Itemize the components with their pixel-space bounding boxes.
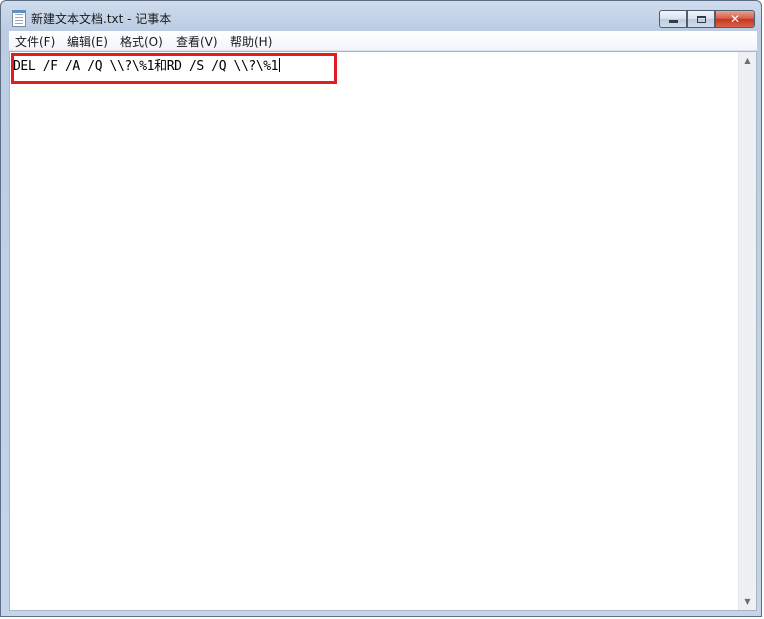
minimize-button[interactable]: [659, 10, 687, 28]
menu-bar: 文件(F) 编辑(E) 格式(O) 查看(V) 帮助(H): [9, 31, 757, 51]
highlight-annotation: [11, 53, 337, 84]
vertical-scrollbar[interactable]: ▲ ▼: [738, 52, 756, 610]
maximize-button[interactable]: [687, 10, 715, 28]
close-icon: ✕: [729, 12, 741, 26]
notepad-icon[interactable]: [12, 10, 26, 27]
menu-format[interactable]: 格式(O): [120, 33, 163, 50]
scroll-up-icon[interactable]: ▲: [739, 52, 756, 69]
menu-help[interactable]: 帮助(H): [230, 33, 272, 50]
menu-edit[interactable]: 编辑(E): [67, 33, 108, 50]
window-title: 新建文本文档.txt - 记事本: [31, 12, 172, 26]
menu-view[interactable]: 查看(V): [176, 33, 218, 50]
notepad-window: 新建文本文档.txt - 记事本 ✕ 文件(F) 编辑(E) 格式(O) 查看(…: [0, 0, 762, 617]
text-editor[interactable]: DEL /F /A /Q \\?\%1和RD /S /Q \\?\%1 ▲ ▼: [9, 51, 757, 611]
scroll-down-icon[interactable]: ▼: [739, 593, 756, 610]
menu-file[interactable]: 文件(F): [15, 33, 55, 50]
maximize-icon: [696, 15, 706, 23]
close-button[interactable]: ✕: [715, 10, 755, 28]
title-bar[interactable]: 新建文本文档.txt - 记事本 ✕: [1, 1, 761, 31]
minimize-icon: [668, 20, 678, 23]
